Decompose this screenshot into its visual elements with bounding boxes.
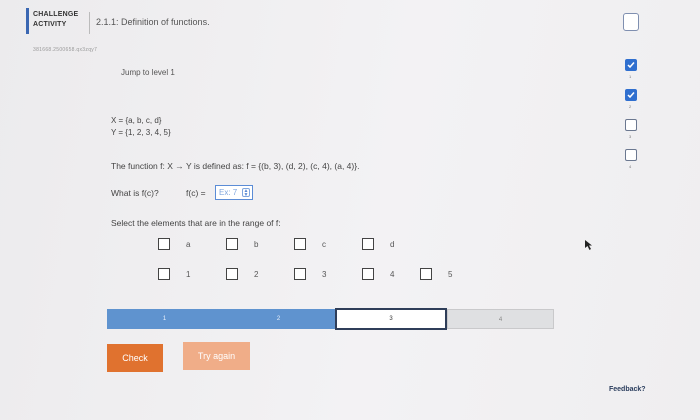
checkbox-1[interactable] (158, 268, 170, 280)
checkbox-a[interactable] (158, 238, 170, 250)
checkbox-label-a: a (186, 240, 191, 249)
progress-level-3-current[interactable]: 3 (335, 308, 447, 330)
checkbox-5[interactable] (420, 268, 432, 280)
checkbox-label-b: b (254, 240, 259, 249)
checkbox-4[interactable] (362, 268, 374, 280)
checkbox-label-3: 3 (322, 270, 327, 279)
checkbox-label-2: 2 (254, 270, 259, 279)
activity-header: CHALLENGE ACTIVITY 2.1.1: Definition of … (0, 0, 700, 38)
activity-id: 381668.2500658.qx3zqy7 (33, 47, 98, 53)
checkmark-icon (627, 92, 635, 99)
progress-level-1[interactable]: 1 (107, 309, 222, 329)
fc-label: f(c) = (186, 188, 206, 198)
fc-answer-placeholder: Ex: 7 (219, 188, 238, 197)
check-button[interactable]: Check (107, 344, 163, 372)
checkbox-2[interactable] (226, 268, 238, 280)
stepper-arrows-icon[interactable]: ▲ ▼ (242, 188, 250, 198)
progress-level-2[interactable]: 2 (222, 309, 335, 329)
set-x-definition: X = {a, b, c, d} (111, 116, 162, 125)
function-definition: The function f: X → Y is defined as: f =… (111, 161, 360, 171)
jump-to-level-link[interactable]: Jump to level 1 (121, 68, 175, 77)
challenge-activity-label: CHALLENGE ACTIVITY (33, 11, 79, 28)
range-select-prompt: Select the elements that are in the rang… (111, 218, 281, 228)
try-again-button[interactable]: Try again (183, 342, 250, 370)
level-progress-bar: 1 2 3 4 (107, 308, 554, 330)
level-2-badge[interactable] (625, 89, 637, 101)
checkbox-label-d: d (390, 240, 395, 249)
level-4-number: 4 (629, 164, 632, 169)
header-accent-bar (26, 8, 29, 34)
header-divider (89, 12, 90, 34)
level-1-badge[interactable] (625, 59, 637, 71)
checkbox-d[interactable] (362, 238, 374, 250)
activity-badge-icon (623, 13, 639, 31)
mouse-pointer-icon (585, 237, 594, 255)
feedback-link[interactable]: Feedback? (609, 386, 646, 393)
checkbox-label-1: 1 (186, 270, 191, 279)
level-1-number: 1 (629, 74, 632, 79)
level-3-badge[interactable] (625, 119, 637, 131)
question-what-is: What is f(c)? (111, 188, 159, 198)
checkmark-icon (627, 62, 635, 69)
checkbox-label-4: 4 (390, 270, 395, 279)
progress-level-4[interactable]: 4 (447, 309, 554, 329)
checkbox-label-5: 5 (448, 270, 453, 279)
checkbox-c[interactable] (294, 238, 306, 250)
activity-title: 2.1.1: Definition of functions. (96, 17, 210, 27)
checkbox-b[interactable] (226, 238, 238, 250)
fc-answer-input[interactable]: Ex: 7 ▲ ▼ (215, 185, 253, 200)
checkbox-3[interactable] (294, 268, 306, 280)
set-y-definition: Y = {1, 2, 3, 4, 5} (111, 128, 171, 137)
level-3-number: 3 (629, 134, 632, 139)
level-4-badge[interactable] (625, 149, 637, 161)
level-2-number: 2 (629, 104, 632, 109)
checkbox-label-c: c (322, 240, 326, 249)
